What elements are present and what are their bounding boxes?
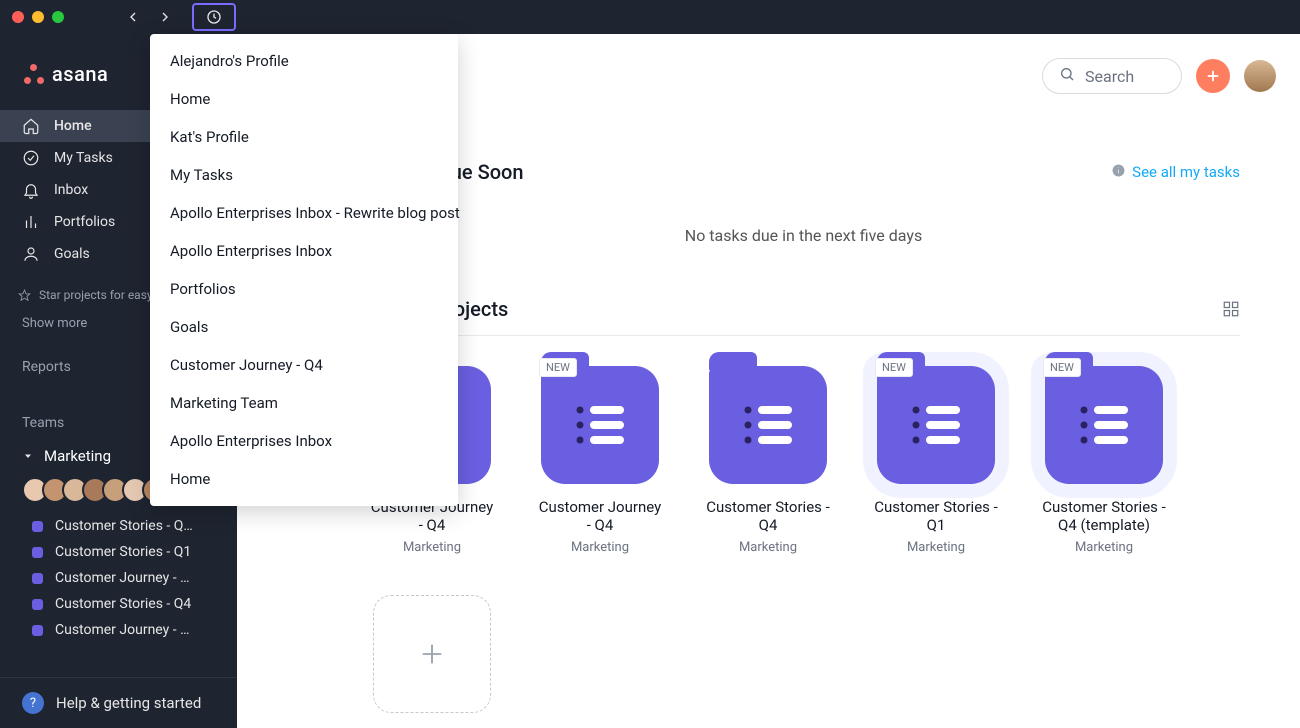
project-card[interactable]: NEW Customer Stories - Q1Marketing <box>871 366 1001 555</box>
project-name: Customer Stories - Q1 <box>871 498 1001 534</box>
history-menu-item[interactable]: Home <box>150 80 458 118</box>
nav-forward-button[interactable] <box>154 6 176 28</box>
history-menu-item[interactable]: Kat's Profile <box>150 118 458 156</box>
profile-avatar[interactable] <box>1244 60 1276 92</box>
projects-grid: Customer Journey - Q4MarketingNEW Custom… <box>367 336 1240 555</box>
project-card[interactable]: Customer Stories - Q4 Marketing <box>703 366 833 555</box>
new-project-button[interactable] <box>373 595 491 713</box>
project-color-icon <box>32 521 43 532</box>
sidebar-project-label: Customer Stories - Q4 <box>55 596 191 612</box>
project-tile-icon <box>541 366 659 484</box>
sidebar-item-label: Home <box>54 118 92 134</box>
minimize-window-button[interactable] <box>32 11 44 23</box>
window-controls <box>12 11 64 23</box>
global-add-button[interactable] <box>1196 59 1230 93</box>
project-name: Customer Journey - Q4 <box>535 498 665 534</box>
search-placeholder: Search <box>1085 67 1134 86</box>
sidebar-project-item[interactable]: Customer Stories - Q… <box>0 513 237 539</box>
search-input[interactable]: Search <box>1042 58 1182 94</box>
check-circle-icon <box>22 149 40 167</box>
project-tile-icon <box>1045 366 1163 484</box>
team-name: Marketing <box>44 447 111 465</box>
asana-logo-icon <box>24 64 44 84</box>
project-team: Marketing <box>571 540 629 555</box>
sidebar-item-label: Goals <box>54 246 90 262</box>
history-menu-item[interactable]: Portfolios <box>150 270 458 308</box>
history-menu-item[interactable]: Customer Journey - Q4 <box>150 346 458 384</box>
project-tile-icon <box>877 366 995 484</box>
history-menu-item[interactable]: Goals <box>150 308 458 346</box>
project-name: Customer Stories - Q4 <box>703 498 833 534</box>
project-team: Marketing <box>739 540 797 555</box>
titlebar <box>0 0 1300 34</box>
help-label: Help & getting started <box>56 694 201 712</box>
bell-icon <box>22 181 40 199</box>
history-menu-item[interactable]: Apollo Enterprises Inbox <box>150 422 458 460</box>
project-color-icon <box>32 625 43 636</box>
sidebar-project-item[interactable]: Customer Journey - … <box>0 617 237 643</box>
see-all-label: See all my tasks <box>1132 163 1240 181</box>
project-team: Marketing <box>403 540 461 555</box>
sidebar-projects-list: Customer Stories - Q… Customer Stories - … <box>0 513 237 643</box>
no-tasks-message: No tasks due in the next five days <box>367 184 1240 297</box>
sidebar-project-item[interactable]: Customer Journey - … <box>0 565 237 591</box>
bar-chart-icon <box>22 213 40 231</box>
project-card[interactable]: NEW Customer Journey - Q4Marketing <box>535 366 665 555</box>
project-tile-icon <box>709 366 827 484</box>
history-menu-item[interactable]: Home <box>150 460 458 498</box>
top-controls: Search <box>1042 58 1276 94</box>
new-badge: NEW <box>875 358 913 377</box>
sidebar-item-label: Inbox <box>54 182 88 198</box>
sidebar-item-label: My Tasks <box>54 150 113 166</box>
sidebar-project-item[interactable]: Customer Stories - Q4 <box>0 591 237 617</box>
project-name: Customer Stories - Q4 (template) <box>1039 498 1169 534</box>
history-menu-item[interactable]: Marketing Team <box>150 384 458 422</box>
history-menu-item[interactable]: Alejandro's Profile <box>150 42 458 80</box>
maximize-window-button[interactable] <box>52 11 64 23</box>
user-icon <box>22 245 40 263</box>
info-icon <box>1111 163 1126 182</box>
sidebar-project-label: Customer Journey - … <box>55 622 189 638</box>
project-team: Marketing <box>1075 540 1133 555</box>
history-button-highlight <box>192 3 236 31</box>
sidebar-project-label: Customer Journey - … <box>55 570 189 586</box>
history-button[interactable] <box>204 7 224 27</box>
new-badge: NEW <box>1043 358 1081 377</box>
history-menu-item[interactable]: My Tasks <box>150 156 458 194</box>
help-link[interactable]: ? Help & getting started <box>0 677 237 728</box>
history-menu-item[interactable]: Apollo Enterprises Inbox <box>150 232 458 270</box>
due-soon-header: Tasks DDue Soon See all my tasks <box>367 160 1240 184</box>
grid-view-icon[interactable] <box>1222 300 1240 318</box>
home-icon <box>22 117 40 135</box>
history-menu-item[interactable]: Apollo Enterprises Inbox - Rewrite blog … <box>150 194 458 232</box>
search-icon <box>1059 66 1075 86</box>
logo-text: asana <box>52 62 108 86</box>
chevron-down-icon <box>22 450 34 462</box>
sidebar-project-label: Customer Stories - Q… <box>55 518 193 534</box>
project-color-icon <box>32 547 43 558</box>
project-team: Marketing <box>907 540 965 555</box>
project-color-icon <box>32 599 43 610</box>
projects-header: Recent Projects <box>367 297 1240 336</box>
sidebar-project-item[interactable]: Customer Stories - Q1 <box>0 539 237 565</box>
project-color-icon <box>32 573 43 584</box>
see-all-tasks-link[interactable]: See all my tasks <box>1111 163 1240 182</box>
project-card[interactable]: NEW Customer Stories - Q4 (template)Mark… <box>1039 366 1169 555</box>
close-window-button[interactable] <box>12 11 24 23</box>
new-badge: NEW <box>539 358 577 377</box>
help-icon: ? <box>22 692 44 714</box>
sidebar-project-label: Customer Stories - Q1 <box>55 544 191 560</box>
nav-back-button[interactable] <box>122 6 144 28</box>
sidebar-item-label: Portfolios <box>54 214 115 230</box>
nav-history <box>122 6 176 28</box>
history-dropdown[interactable]: Alejandro's ProfileHomeKat's ProfileMy T… <box>150 34 458 506</box>
